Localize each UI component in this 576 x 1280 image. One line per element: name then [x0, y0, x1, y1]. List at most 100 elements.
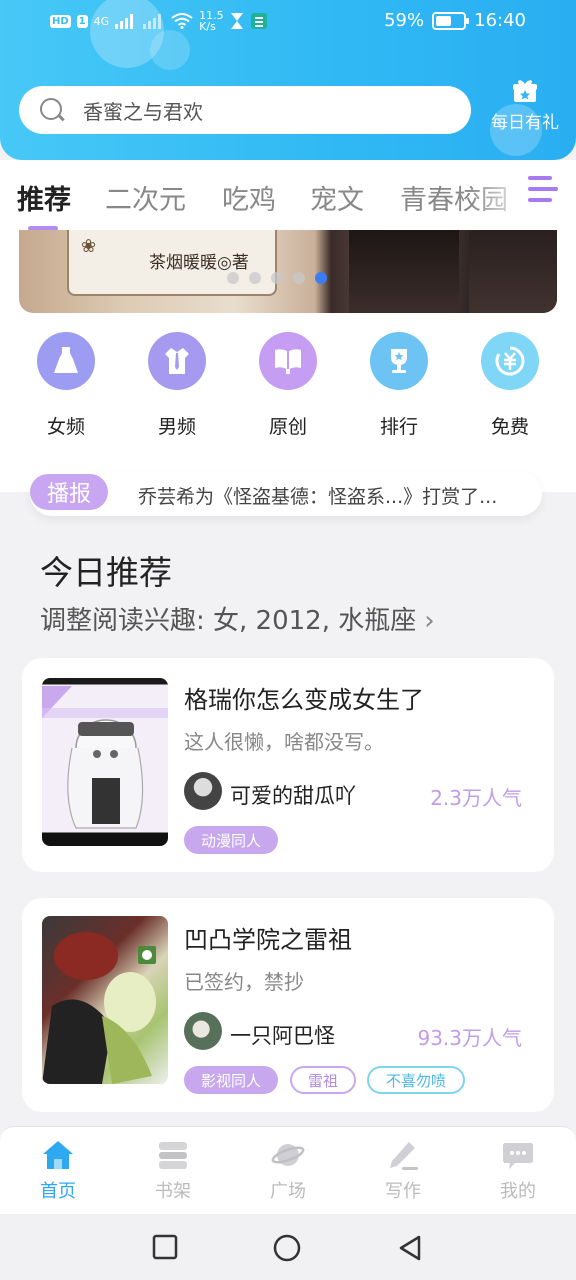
- category-label: 排行: [379, 416, 418, 438]
- battery-percent: 59%: [384, 10, 425, 31]
- book-cover[interactable]: [42, 916, 168, 1084]
- cover-art: [42, 686, 168, 829]
- bottom-navigation: 首页 书架 广场 写作 我的: [0, 1126, 576, 1214]
- daily-gift-button[interactable]: 每日有礼: [485, 78, 565, 138]
- hd-badge: HD: [50, 14, 71, 28]
- broadcast-ticker[interactable]: 播报 乔芸希为《怪盗基德：怪盗系...》打赏了...: [30, 472, 542, 516]
- home-circle-icon[interactable]: [273, 1234, 301, 1262]
- book-tag[interactable]: 雷祖: [290, 1066, 356, 1094]
- battery-icon: [432, 11, 470, 30]
- search-input[interactable]: 香蜜之与君欢: [19, 86, 471, 134]
- app-header: HD 1 4G 11.5 K/s 59% 16:40 香蜜之与君欢 每日有礼: [0, 0, 576, 160]
- banner-dot[interactable]: [249, 272, 261, 284]
- nav-label: 首页: [40, 1181, 76, 1202]
- back-icon[interactable]: [397, 1234, 423, 1262]
- nav-write[interactable]: 写作: [363, 1139, 443, 1203]
- book-title: 格瑞你怎么变成女生了: [184, 686, 424, 714]
- category-ranking[interactable]: 排行: [354, 332, 444, 439]
- status-right: 59% 16:40: [384, 10, 526, 31]
- nav-label: 书架: [155, 1181, 191, 1202]
- broadcast-tag: 播报: [30, 474, 108, 510]
- category-male[interactable]: 男频: [132, 332, 222, 439]
- dress-icon: [37, 332, 95, 390]
- category-free[interactable]: 免费: [465, 332, 555, 439]
- notification-app-icon: [250, 13, 267, 29]
- nav-bookshelf[interactable]: 书架: [133, 1139, 213, 1203]
- cover-art: [42, 932, 156, 1084]
- bookshelf-icon: [159, 1142, 187, 1169]
- speed-unit: K/s: [199, 20, 216, 33]
- menu-icon[interactable]: [528, 176, 558, 204]
- signal-icon: [115, 14, 134, 29]
- tab-pubg[interactable]: 吃鸡: [222, 178, 276, 217]
- book-card[interactable]: 格瑞你怎么变成女生了 这人很懒，啥都没写。 可爱的甜瓜吖 2.3万人气 动漫同人: [22, 658, 554, 872]
- banner-author: 茶烟暖暖◎著: [149, 253, 249, 273]
- sim-badge: 1: [76, 14, 88, 28]
- system-navigation-bar: [0, 1214, 576, 1280]
- tab-recommend[interactable]: 推荐: [17, 178, 71, 217]
- chat-icon: [503, 1143, 533, 1169]
- reading-interest-link[interactable]: 调整阅读兴趣: 女, 2012, 水瓶座 ›: [40, 600, 435, 637]
- nav-label: 我的: [500, 1181, 536, 1202]
- shirt-icon: [148, 332, 206, 390]
- tab-romance[interactable]: 宠文: [310, 178, 364, 217]
- banner-dot[interactable]: [271, 272, 283, 284]
- category-female[interactable]: 女频: [21, 332, 111, 439]
- author-name[interactable]: 一只阿巴怪: [230, 1020, 335, 1050]
- chevron-right-icon: ›: [424, 606, 435, 636]
- author-name[interactable]: 可爱的甜瓜吖: [230, 780, 356, 810]
- nav-label: 广场: [270, 1181, 306, 1202]
- clock: 16:40: [474, 10, 526, 31]
- recent-apps-icon[interactable]: [152, 1234, 178, 1260]
- book-description: 已签约，禁抄: [184, 970, 304, 994]
- nav-square[interactable]: 广场: [248, 1139, 328, 1203]
- section-title: 今日推荐: [40, 553, 172, 592]
- wifi-icon: [171, 13, 193, 29]
- category-original[interactable]: 原创: [243, 332, 333, 439]
- book-title: 凹凸学院之雷祖: [184, 926, 352, 954]
- flower-icon: ❀: [81, 236, 97, 257]
- banner-dot[interactable]: [227, 272, 239, 284]
- pen-icon: [390, 1142, 418, 1170]
- book-description: 这人很懒，啥都没写。: [184, 730, 384, 754]
- nav-mine[interactable]: 我的: [478, 1139, 558, 1203]
- planet-icon: [271, 1144, 305, 1166]
- signal-icon: [143, 14, 162, 29]
- category-shortcuts: 女频 男频 原创 排行 免费: [0, 332, 576, 442]
- book-tag[interactable]: 不喜勿喷: [367, 1066, 465, 1094]
- book-icon: [259, 332, 317, 390]
- book-tag[interactable]: 影视同人: [184, 1066, 278, 1094]
- yuan-icon: [481, 332, 539, 390]
- home-icon: [43, 1141, 73, 1169]
- reading-interest-text: 调整阅读兴趣: 女, 2012, 水瓶座: [40, 606, 417, 636]
- status-bar: HD 1 4G 11.5 K/s 59% 16:40: [0, 0, 576, 44]
- network-type: 4G: [93, 14, 110, 28]
- banner-dot-active[interactable]: [315, 272, 327, 284]
- gift-icon: [513, 80, 537, 102]
- popularity-count: 2.3万人气: [430, 786, 522, 810]
- banner-figure: [349, 230, 459, 313]
- popularity-count: 93.3万人气: [417, 1026, 522, 1050]
- book-cover[interactable]: [42, 678, 168, 846]
- promo-banner[interactable]: ❀ 茶烟暖暖◎著: [19, 230, 557, 313]
- banner-title-plate: ❀ 茶烟暖暖◎著: [67, 230, 277, 296]
- search-icon: [39, 97, 65, 123]
- book-tag[interactable]: 动漫同人: [184, 826, 278, 854]
- banner-figure: [469, 230, 557, 313]
- hourglass-icon: [230, 13, 243, 29]
- avatar[interactable]: [184, 772, 222, 810]
- trophy-icon: [370, 332, 428, 390]
- battery-fill: [436, 15, 452, 26]
- broadcast-text: 乔芸希为《怪盗基德：怪盗系...》打赏了...: [138, 486, 498, 508]
- status-left: HD 1 4G 11.5 K/s: [50, 10, 268, 32]
- book-card[interactable]: 凹凸学院之雷祖 已签约，禁抄 一只阿巴怪 93.3万人气 影视同人 雷祖 不喜勿…: [22, 898, 554, 1112]
- network-speed: 11.5 K/s: [199, 10, 224, 32]
- daily-gift-label: 每日有礼: [491, 113, 559, 133]
- nav-label: 写作: [385, 1181, 421, 1202]
- category-label: 女频: [46, 416, 85, 438]
- banner-dot[interactable]: [293, 272, 305, 284]
- avatar[interactable]: [184, 1012, 222, 1050]
- nav-home[interactable]: 首页: [18, 1139, 98, 1203]
- tabs-fade: [470, 160, 530, 230]
- tab-anime[interactable]: 二次元: [105, 178, 186, 217]
